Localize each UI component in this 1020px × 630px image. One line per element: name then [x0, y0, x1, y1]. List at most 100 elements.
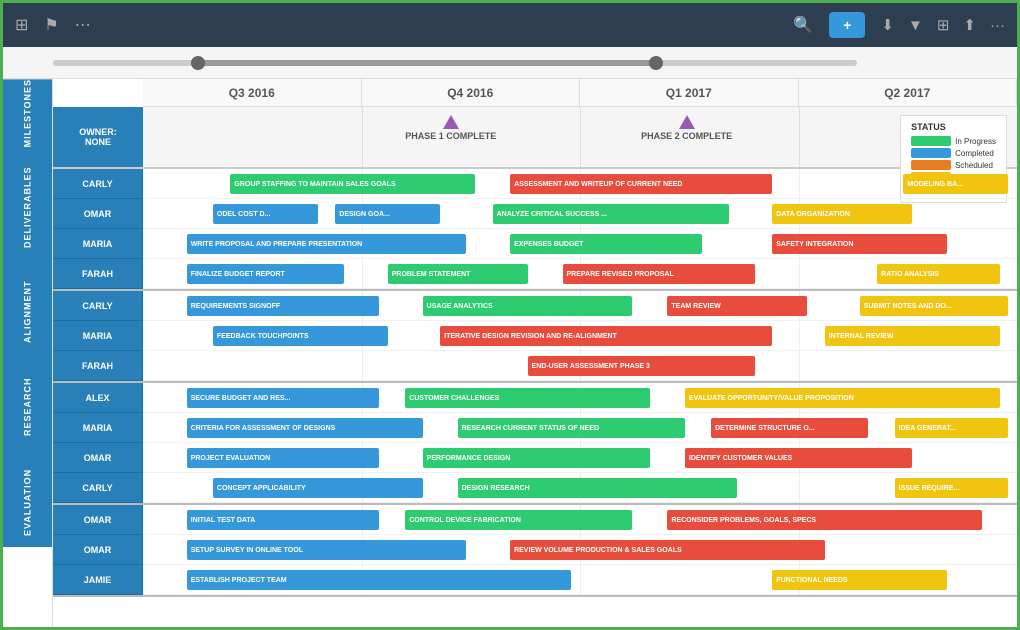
gantt-bar-alignment-0-1[interactable]: USAGE ANALYTICS: [423, 296, 633, 316]
grid-line-2: [580, 107, 581, 167]
toolbar: ⊞ ⚑ ⋯ 🔍 + ⬇ ▼ ⊞ ⬆ ···: [3, 3, 1017, 47]
gantt-bar-deliverables-1-2[interactable]: ANALYZE CRITICAL SUCCESS ...: [493, 204, 729, 224]
milestone-section: OWNER:NONE PHASE 1 COMPLETE: [53, 107, 1017, 169]
gantt-bar-research-0-2[interactable]: EVALUATE OPPORTUNITY/VALUE PROPOSITION: [685, 388, 1000, 408]
gantt-row-evaluation-2: ESTABLISH PROJECT TEAM FUNCTIONAL NEEDS: [143, 565, 1017, 595]
owner-cell-deliverables-3: FARAH: [53, 259, 142, 289]
main-content: MILESTONES DELIVERABLES ALIGNMENT RESEAR…: [3, 79, 1017, 627]
flag-icon[interactable]: ⚑: [44, 15, 58, 35]
gantt-row-alignment-2: END-USER ASSESSMENT PHASE 3: [143, 351, 1017, 381]
milestone-2-triangle: [679, 115, 695, 129]
owner-cell-alignment-1: MARIA: [53, 321, 142, 351]
owner-cell-alignment-0: CARLY: [53, 291, 142, 321]
gantt-bar-deliverables-3-2[interactable]: PREPARE REVISED PROPOSAL: [563, 264, 755, 284]
slider-fill: [198, 60, 656, 66]
owner-col-alignment: CARLYMARIAFARAH: [53, 291, 143, 381]
status-dot-in-progress: [911, 136, 951, 146]
slider-right-thumb[interactable]: [649, 56, 663, 70]
gantt-bar-alignment-1-1[interactable]: ITERATIVE DESIGN REVISION AND RE-ALIGNME…: [440, 326, 772, 346]
section-label-alignment: ALIGNMENT: [3, 267, 52, 357]
gantt-row-deliverables-0: GROUP STAFFING TO MAINTAIN SALES GOALS AS…: [143, 169, 1017, 199]
gantt-row-deliverables-1: ODEL COST D... DESIGN GOA... ANALYZE CRITI…: [143, 199, 1017, 229]
gantt-bar-deliverables-0-2[interactable]: MODELING BA...: [903, 174, 1008, 194]
gantt-bar-research-0-0[interactable]: SECURE BUDGET AND RES...: [187, 388, 379, 408]
owner-cell-research-0: ALEX: [53, 383, 142, 413]
gantt-row-research-1: CRITERIA FOR ASSESSMENT OF DESIGNS RESEAR…: [143, 413, 1017, 443]
gantt-bar-deliverables-1-0[interactable]: ODEL COST D...: [213, 204, 318, 224]
gantt-bar-alignment-1-0[interactable]: FEEDBACK TOUCHPOINTS: [213, 326, 388, 346]
add-button[interactable]: +: [829, 12, 865, 38]
section-labels: MILESTONES DELIVERABLES ALIGNMENT RESEAR…: [3, 79, 53, 627]
gantt-bar-evaluation-0-2[interactable]: RECONSIDER PROBLEMS, GOALS, SPECS: [667, 510, 982, 530]
gantt-bar-alignment-1-2[interactable]: INTERNAL REVIEW: [825, 326, 1000, 346]
gantt-row-research-3: CONCEPT APPLICABILITY DESIGN RESEARCH ISSU…: [143, 473, 1017, 503]
gantt-bar-research-1-1[interactable]: RESEARCH CURRENT STATUS OF NEED: [458, 418, 685, 438]
gantt-bar-evaluation-0-1[interactable]: CONTROL DEVICE FABRICATION: [405, 510, 632, 530]
upload-icon[interactable]: ⬆: [963, 16, 976, 34]
gantt-bar-deliverables-2-1[interactable]: EXPENSES BUDGET: [510, 234, 702, 254]
gantt-bar-research-1-2[interactable]: DETERMINE STRUCTURE O...: [711, 418, 868, 438]
gantt-bar-deliverables-1-3[interactable]: DATA ORGANIZATION: [772, 204, 912, 224]
slider-track[interactable]: [53, 60, 857, 66]
gantt-bar-research-1-3[interactable]: IDEA GENERAT...: [895, 418, 1009, 438]
section-alignment: CARLYMARIAFARAH REQUIREMENTS SIGNOFF USAGE…: [53, 291, 1017, 383]
gantt-bar-deliverables-3-3[interactable]: RATIO ANALYSIS: [877, 264, 999, 284]
owner-cell-alignment-2: FARAH: [53, 351, 142, 381]
gantt-bar-deliverables-1-1[interactable]: DESIGN GOA...: [335, 204, 440, 224]
grid-icon[interactable]: ⊞: [15, 15, 28, 35]
gantt-bar-alignment-0-3[interactable]: SUBMIT NOTES AND DO...: [860, 296, 1009, 316]
gantt-row-research-2: PROJECT EVALUATION PERFORMANCE DESIGN IDEN…: [143, 443, 1017, 473]
owner-cell-evaluation-0: OMAR: [53, 505, 142, 535]
bars-col-evaluation: INITIAL TEST DATA CONTROL DEVICE FABRICAT…: [143, 505, 1017, 595]
section-label-milestones: MILESTONES: [3, 79, 52, 147]
gantt-bar-deliverables-3-0[interactable]: FINALIZE BUDGET REPORT: [187, 264, 344, 284]
gantt-bar-research-2-2[interactable]: IDENTIFY CUSTOMER VALUES: [685, 448, 912, 468]
gantt-bar-deliverables-3-1[interactable]: PROBLEM STATEMENT: [388, 264, 528, 284]
owner-cell-deliverables-2: MARIA: [53, 229, 142, 259]
quarter-q2-2017: Q2 2017: [799, 79, 1018, 106]
gantt-row-alignment-1: FEEDBACK TOUCHPOINTS ITERATIVE DESIGN REV…: [143, 321, 1017, 351]
search-icon[interactable]: 🔍: [793, 15, 813, 35]
status-label-in-progress: In Progress: [955, 137, 996, 146]
section-research: ALEXMARIAOMARCARLYSECURE BUDGET AND RES.…: [53, 383, 1017, 505]
sections-container: CARLYOMARMARIAFARAHGROUP STAFFING TO MAI…: [53, 169, 1017, 597]
gantt-bar-research-2-1[interactable]: PERFORMANCE DESIGN: [423, 448, 650, 468]
owner-cell-deliverables-0: CARLY: [53, 169, 142, 199]
gantt-bar-research-3-1[interactable]: DESIGN RESEARCH: [458, 478, 738, 498]
milestone-phase1: PHASE 1 COMPLETE: [405, 115, 496, 141]
table-icon[interactable]: ⊞: [937, 16, 950, 34]
gantt-bar-evaluation-1-1[interactable]: REVIEW VOLUME PRODUCTION & SALES GOALS: [510, 540, 825, 560]
gantt-bar-research-0-1[interactable]: CUSTOMER CHALLENGES: [405, 388, 650, 408]
gantt-bar-deliverables-0-0[interactable]: GROUP STAFFING TO MAINTAIN SALES GOALS: [230, 174, 475, 194]
gantt-bar-alignment-0-0[interactable]: REQUIREMENTS SIGNOFF: [187, 296, 379, 316]
gantt-bar-research-3-2[interactable]: ISSUE REQUIRE...: [895, 478, 1009, 498]
gantt-bar-evaluation-1-0[interactable]: SETUP SURVEY IN ONLINE TOOL: [187, 540, 467, 560]
gantt-bar-evaluation-0-0[interactable]: INITIAL TEST DATA: [187, 510, 379, 530]
status-in-progress: In Progress: [911, 136, 996, 146]
gantt-bar-alignment-2-0[interactable]: END-USER ASSESSMENT PHASE 3: [528, 356, 755, 376]
section-evaluation: OMAROMARJAMIEINITIAL TEST DATACONTROL DE…: [53, 505, 1017, 597]
gantt-bar-evaluation-2-0[interactable]: ESTABLISH PROJECT TEAM: [187, 570, 572, 590]
gantt-row-evaluation-0: INITIAL TEST DATA CONTROL DEVICE FABRICAT…: [143, 505, 1017, 535]
gantt-bar-deliverables-2-2[interactable]: SAFETY INTEGRATION: [772, 234, 947, 254]
status-label-completed: Completed: [955, 149, 994, 158]
filter-icon[interactable]: ⋯: [75, 15, 91, 35]
gantt-bar-research-1-0[interactable]: CRITERIA FOR ASSESSMENT OF DESIGNS: [187, 418, 423, 438]
gantt-bar-alignment-0-2[interactable]: TEAM REVIEW: [667, 296, 807, 316]
gantt-bar-deliverables-0-1[interactable]: ASSESSMENT AND WRITEUP OF CURRENT NEED: [510, 174, 772, 194]
slider-left-thumb[interactable]: [191, 56, 205, 70]
toolbar-right: ⬇ ▼ ⊞ ⬆ ···: [881, 16, 1005, 34]
download-icon[interactable]: ⬇: [881, 16, 894, 34]
gantt-bar-research-2-0[interactable]: PROJECT EVALUATION: [187, 448, 379, 468]
gantt-bar-deliverables-2-0[interactable]: WRITE PROPOSAL AND PREPARE PRESENTATION: [187, 234, 467, 254]
gantt-bar-research-3-0[interactable]: CONCEPT APPLICABILITY: [213, 478, 423, 498]
bars-col-deliverables: GROUP STAFFING TO MAINTAIN SALES GOALS AS…: [143, 169, 1017, 289]
milestone-phase2: PHASE 2 COMPLETE: [641, 115, 732, 141]
owner-cell-evaluation-1: OMAR: [53, 535, 142, 565]
gantt-row-research-0: SECURE BUDGET AND RES... CUSTOMER CHALLEN…: [143, 383, 1017, 413]
quarter-q4-2016: Q4 2016: [362, 79, 581, 106]
funnel-icon[interactable]: ▼: [908, 17, 923, 34]
gantt-bar-evaluation-2-1[interactable]: FUNCTIONAL NEEDS: [772, 570, 947, 590]
more-icon[interactable]: ···: [990, 17, 1005, 34]
milestone-1-triangle: [443, 115, 459, 129]
